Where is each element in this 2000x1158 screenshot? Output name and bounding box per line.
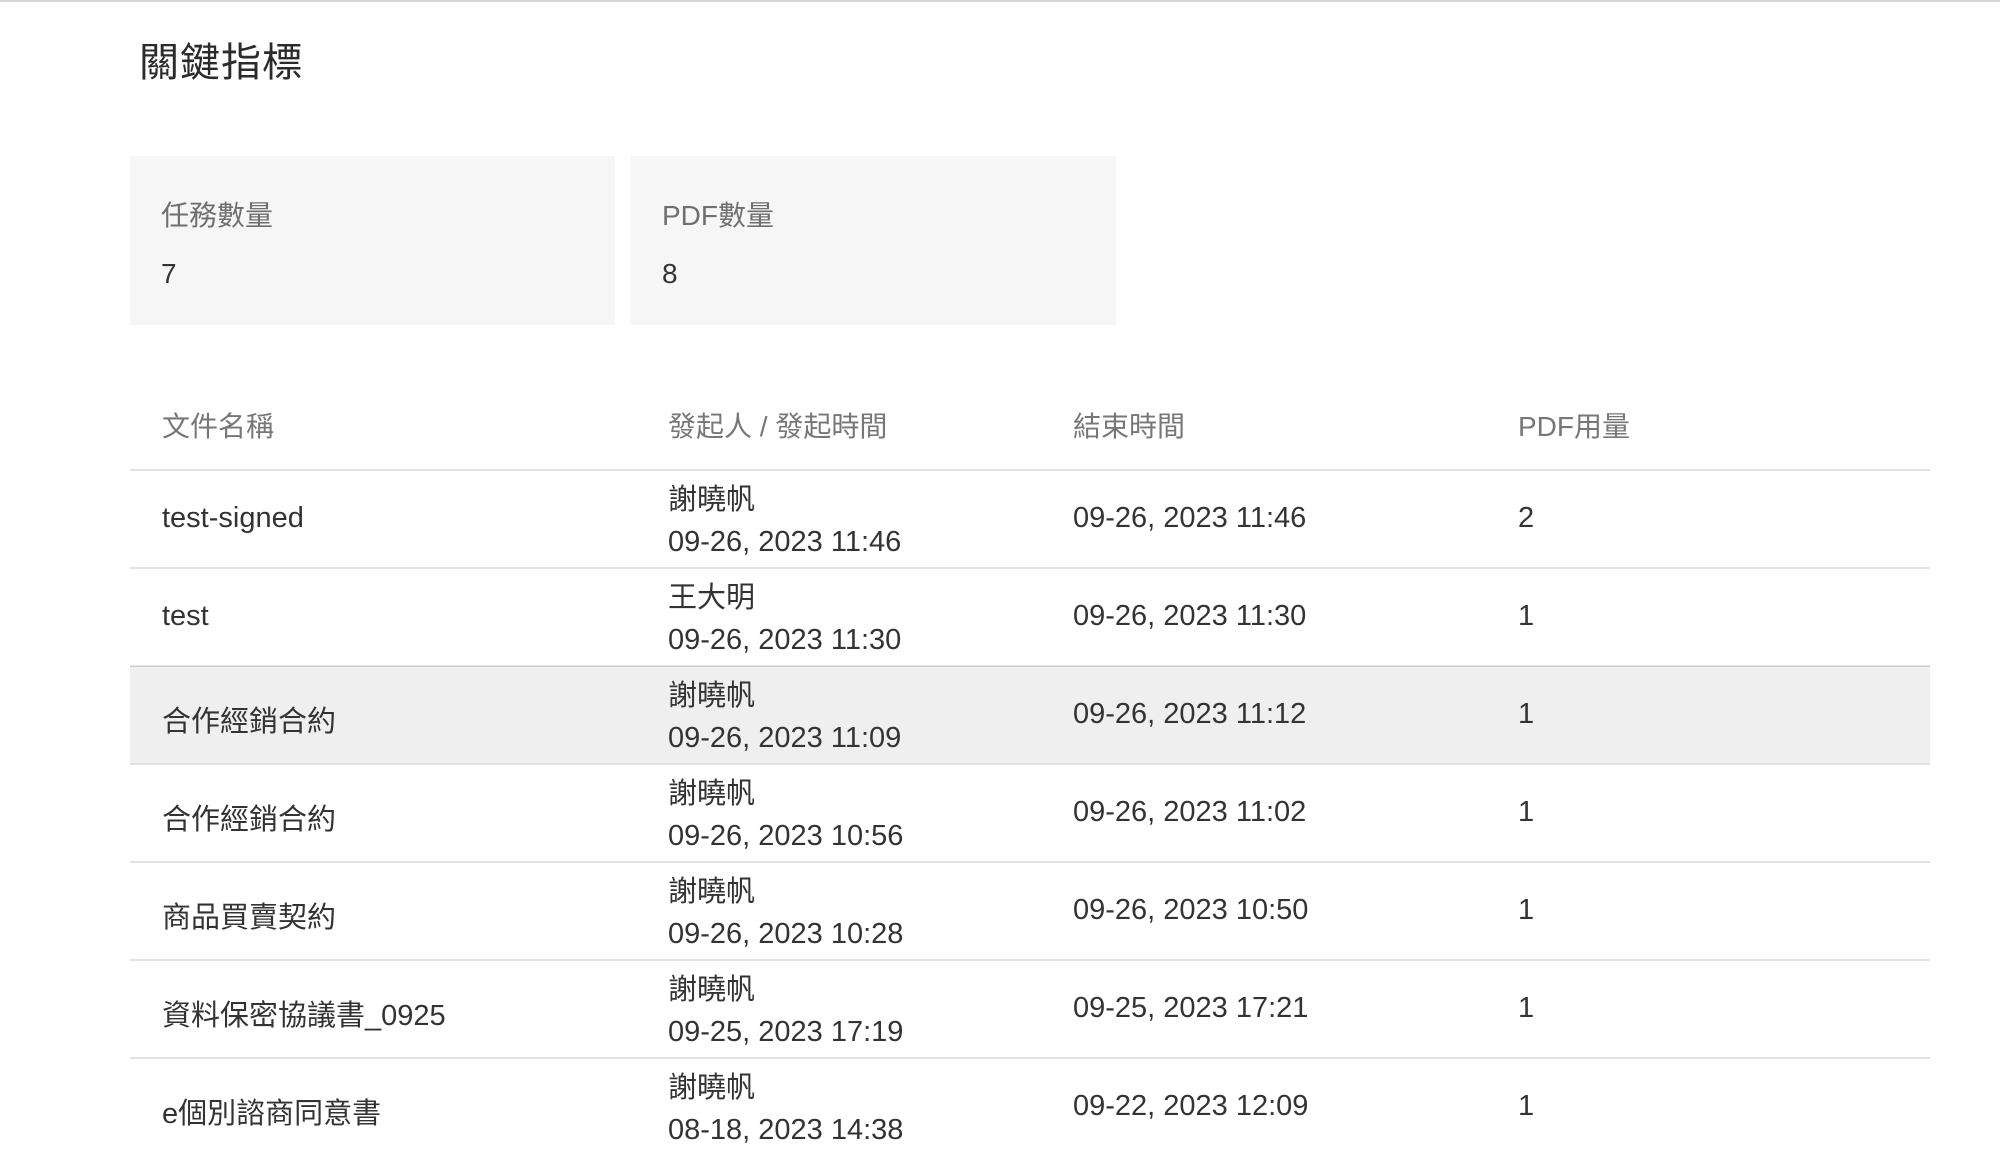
table-header: 文件名稱 發起人 / 發起時間 結束時間 PDF用量	[130, 375, 1930, 471]
header-pdf-usage: PDF用量	[1518, 411, 1631, 442]
start-time: 09-25, 2023 17:19	[668, 1016, 904, 1048]
document-name: test	[162, 600, 209, 632]
initiator-cell: 謝曉帆 09-26, 2023 11:46	[668, 479, 901, 563]
kpi-card-pdf-count: PDF數量 8	[631, 156, 1116, 325]
initiator-name: 謝曉帆	[668, 974, 756, 1006]
initiator-name: 謝曉帆	[668, 484, 756, 516]
table-row[interactable]: test-signed 謝曉帆 09-26, 2023 11:46 09-26,…	[130, 471, 1930, 569]
top-divider	[0, 0, 2000, 2]
table-row[interactable]: 商品買賣契約 謝曉帆 09-26, 2023 10:28 09-26, 2023…	[130, 863, 1930, 961]
end-time: 09-26, 2023 11:12	[1073, 698, 1307, 730]
table-row[interactable]: 資料保密協議書_0925 謝曉帆 09-25, 2023 17:19 09-25…	[130, 961, 1930, 1059]
initiator-name: 謝曉帆	[668, 876, 756, 908]
document-name: test-signed	[162, 502, 304, 534]
end-time: 09-26, 2023 11:02	[1073, 796, 1307, 828]
pdf-usage: 1	[1518, 698, 1535, 730]
pdf-usage: 1	[1518, 894, 1535, 926]
start-time: 09-26, 2023 11:09	[668, 722, 902, 754]
page-title: 關鍵指標	[139, 41, 303, 85]
document-name: 合作經銷合約	[162, 706, 337, 738]
document-name: 合作經銷合約	[162, 804, 337, 836]
table-row[interactable]: e個別諮商同意書 謝曉帆 08-18, 2023 14:38 09-22, 20…	[130, 1059, 1930, 1155]
kpi-label: 任務數量	[161, 200, 274, 231]
kpi-label: PDF數量	[662, 200, 775, 231]
initiator-name: 謝曉帆	[668, 680, 756, 712]
initiator-cell: 謝曉帆 08-18, 2023 14:38	[668, 1067, 903, 1151]
pdf-usage: 1	[1518, 796, 1535, 828]
start-time: 09-26, 2023 11:30	[668, 624, 902, 656]
table-row[interactable]: test 王大明 09-26, 2023 11:30 09-26, 2023 1…	[130, 569, 1930, 667]
initiator-name: 謝曉帆	[668, 1072, 756, 1104]
initiator-cell: 謝曉帆 09-26, 2023 11:09	[668, 675, 901, 759]
pdf-usage: 1	[1518, 1090, 1535, 1122]
end-time: 09-26, 2023 10:50	[1073, 894, 1309, 926]
document-name: 商品買賣契約	[162, 902, 337, 934]
initiator-cell: 謝曉帆 09-26, 2023 10:28	[668, 871, 903, 955]
end-time: 09-26, 2023 11:30	[1073, 600, 1307, 632]
start-time: 08-18, 2023 14:38	[668, 1114, 904, 1146]
kpi-card-task-count: 任務數量 7	[130, 156, 615, 325]
initiator-name: 王大明	[668, 582, 756, 614]
table-row[interactable]: 合作經銷合約 謝曉帆 09-26, 2023 10:56 09-26, 2023…	[130, 765, 1930, 863]
pdf-usage: 1	[1518, 992, 1535, 1024]
table-row-hovered[interactable]: 合作經銷合約 謝曉帆 09-26, 2023 11:09 09-26, 2023…	[130, 666, 1930, 765]
initiator-cell: 謝曉帆 09-25, 2023 17:19	[668, 969, 903, 1053]
pdf-usage: 1	[1518, 600, 1535, 632]
initiator-cell: 謝曉帆 09-26, 2023 10:56	[668, 773, 903, 857]
header-document-name: 文件名稱	[162, 411, 275, 442]
documents-table: 文件名稱 發起人 / 發起時間 結束時間 PDF用量 test-signed 謝…	[130, 375, 1930, 1155]
document-name: e個別諮商同意書	[162, 1098, 382, 1130]
end-time: 09-26, 2023 11:46	[1073, 502, 1307, 534]
end-time: 09-25, 2023 17:21	[1073, 992, 1309, 1024]
kpi-value: 8	[662, 258, 678, 289]
document-name: 資料保密協議書_0925	[162, 1000, 446, 1032]
initiator-cell: 王大明 09-26, 2023 11:30	[668, 577, 901, 661]
start-time: 09-26, 2023 11:46	[668, 526, 902, 558]
kpi-value: 7	[161, 258, 177, 289]
pdf-usage: 2	[1518, 502, 1535, 534]
end-time: 09-22, 2023 12:09	[1073, 1090, 1309, 1122]
initiator-name: 謝曉帆	[668, 778, 756, 810]
start-time: 09-26, 2023 10:28	[668, 918, 904, 950]
header-end-time: 結束時間	[1073, 411, 1186, 442]
header-initiator-time: 發起人 / 發起時間	[668, 411, 888, 442]
start-time: 09-26, 2023 10:56	[668, 820, 904, 852]
